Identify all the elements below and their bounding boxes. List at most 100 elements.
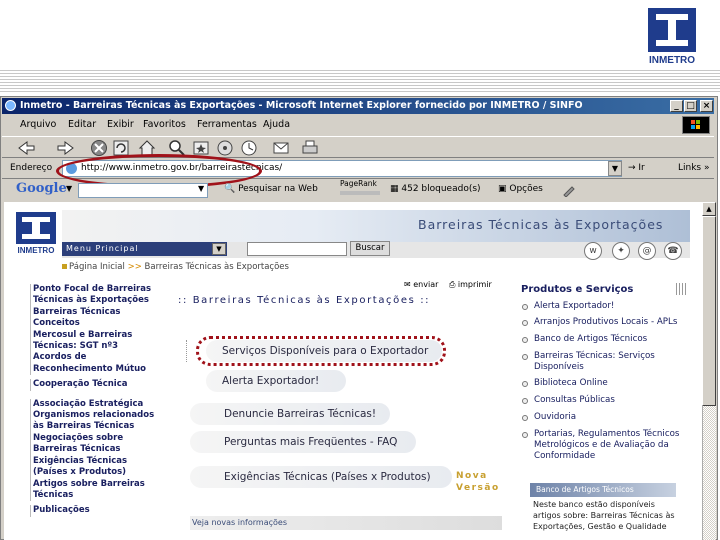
service-highlight-oval [196,336,446,366]
bullet-icon [522,337,528,343]
service-item-alerta[interactable]: Alerta Exportador! [206,370,346,392]
page-actions: ✉ enviar ⎙ imprimir [404,280,492,290]
left-nav-item[interactable]: Ponto Focal de Barreiras [30,284,160,296]
google-search-web-button[interactable]: 🔍 Pesquisar na Web [224,184,318,194]
left-nav-item[interactable]: Reconhecimento Mútuo [30,363,160,376]
product-item-servicos[interactable]: Barreiras Técnicas: Serviços Disponíveis [534,351,684,373]
media-icon[interactable] [216,139,234,157]
bullet-icon [522,320,528,326]
banco-text: Neste banco estão disponíveis artigos so… [533,500,675,531]
google-search-input[interactable] [78,183,208,198]
news-bar[interactable]: Veja novas informações [190,516,502,530]
breadcrumb-home[interactable]: Página Inicial [69,262,125,272]
menu-editar[interactable]: Editar [68,119,96,130]
left-nav-item[interactable]: Conceitos [30,318,160,330]
site-search-input[interactable] [247,242,347,256]
left-nav-item[interactable]: (Países x Produtos) [30,467,160,479]
popup-blocked-counter[interactable]: ▦ 452 bloqueado(s) [390,184,481,194]
pencil-icon[interactable] [562,183,576,197]
links-button[interactable]: Links » [678,163,710,173]
left-nav-item[interactable]: Exigências Técnicas [30,455,160,468]
site-search-button[interactable]: Buscar [350,241,390,256]
google-toolbar: Google ▼ ▼ 🔍 Pesquisar na Web PageRank ▦… [2,179,714,200]
product-item-consultas[interactable]: Consultas Públicas [534,395,694,406]
stop-icon[interactable] [90,139,108,157]
scroll-up-button[interactable]: ▲ [702,202,716,216]
breadcrumb-bullet-icon [62,264,67,269]
main-menu-dropdown-icon[interactable]: ▼ [212,243,226,255]
product-item-portarias[interactable]: Portarias, Regulamentos Técnicos Metroló… [534,429,690,462]
left-nav-item[interactable]: Cooperação Técnica [30,379,160,391]
left-nav-item[interactable]: Técnicas: SGT nº3 [30,341,160,353]
menu-ferramentas[interactable]: Ferramentas [197,119,257,130]
menu-ajuda[interactable]: Ajuda [263,119,290,130]
window-title: Inmetro - Barreiras Técnicas às Exportaç… [2,98,714,114]
inmetro-logo-text: INMETRO [649,55,695,66]
print-action[interactable]: ⎙ imprimir [449,280,492,289]
left-nav: Ponto Focal de Barreiras Técnicas às Exp… [30,284,160,517]
slide-header-stripes [0,70,720,92]
bullet-icon [522,415,528,421]
menu-exibir[interactable]: Exibir [107,119,134,130]
menu-arquivo[interactable]: Arquivo [20,119,56,130]
bullet-icon [522,354,528,360]
google-search-dropdown-icon[interactable]: ▼ [198,184,204,193]
service-item-faq[interactable]: Perguntas mais Freqüentes - FAQ [190,431,416,453]
bullet-icon [522,304,528,310]
google-dropdown-icon[interactable]: ▼ [66,184,72,193]
product-item-apls[interactable]: Arranjos Produtivos Locais - APLs [534,317,694,328]
left-nav-item[interactable]: Acordos de [30,352,160,364]
printer-icon: ⎙ [448,280,456,289]
google-options-button[interactable]: ▣ Opções [498,184,543,194]
google-logo: Google [16,181,67,196]
left-nav-item[interactable]: Barreiras Técnicas [30,444,160,456]
site-logo-text: INMETRO [18,246,55,255]
www-icon[interactable]: w [584,242,602,260]
address-dropdown-icon[interactable]: ▼ [608,161,622,176]
compass-icon[interactable]: ✦ [612,242,630,260]
banco-header[interactable]: Banco de Artigos Técnicos [530,483,676,497]
service-item-exigencias[interactable]: Exigências Técnicas (Países x Produtos) [190,466,452,488]
print-icon[interactable] [300,139,320,157]
products-title: Produtos e Serviços [521,284,634,295]
send-action[interactable]: ✉ enviar [404,280,438,289]
service-item-denuncie[interactable]: Denuncie Barreiras Técnicas! [190,403,390,425]
left-nav-item[interactable]: Organismos relacionados [30,410,160,422]
product-item-ouvidoria[interactable]: Ouvidoria [534,412,694,423]
left-nav-item[interactable]: Mercosul e Barreiras [30,329,160,342]
bullet-icon [522,432,528,438]
phone-icon[interactable]: ☎ [664,242,682,260]
center-title: :: Barreiras Técnicas às Exportações :: [178,295,431,306]
product-item-banco[interactable]: Banco de Artigos Técnicos [534,334,694,345]
main-menu-select[interactable]: Menu Principal [62,242,227,256]
breadcrumb-current: Barreiras Técnicas às Exportações [144,262,289,272]
left-nav-item[interactable]: às Barreiras Técnicas [30,421,160,433]
breadcrumb-separator: >> [127,262,142,272]
mail-icon[interactable] [272,139,292,157]
history-icon[interactable] [240,139,258,157]
left-nav-item[interactable]: Negociações sobre [30,432,160,445]
left-nav-item[interactable]: Técnicas às Exportações [30,295,160,307]
toolbar [2,136,714,158]
go-button[interactable]: → Ir [628,163,645,173]
scroll-thumb[interactable] [702,216,716,406]
product-item-biblioteca[interactable]: Biblioteca Online [534,378,694,389]
close-button[interactable]: × [700,100,713,112]
left-nav-item[interactable]: Associação Estratégica [30,398,160,411]
maximize-button[interactable]: □ [684,100,697,112]
left-nav-item[interactable]: Publicações [30,505,160,517]
go-label: Ir [638,163,645,173]
menu-favoritos[interactable]: Favoritos [143,119,186,130]
left-nav-item[interactable]: Técnicas [30,489,160,502]
left-nav-item[interactable]: Artigos sobre Barreiras [30,478,160,490]
inmetro-logo: INMETRO [648,8,696,66]
back-icon[interactable] [16,140,36,156]
address-label: Endereço [10,163,53,173]
ie-icon [5,100,16,111]
forward-icon[interactable] [56,140,76,156]
site-inmetro-logo[interactable]: INMETRO [14,212,58,256]
left-nav-item[interactable]: Barreiras Técnicas [30,306,160,319]
email-at-icon[interactable]: @ [638,242,656,260]
minimize-button[interactable]: _ [670,100,683,112]
product-item-alerta[interactable]: Alerta Exportador! [534,301,694,312]
